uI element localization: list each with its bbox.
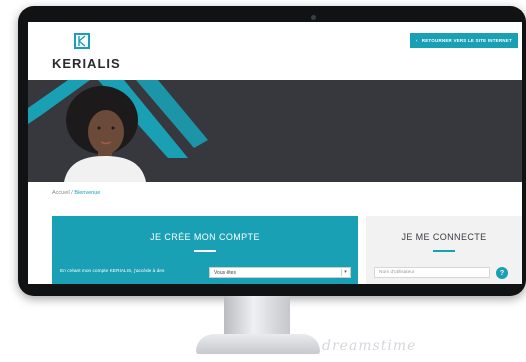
- user-type-select[interactable]: Vous êtes ▾: [209, 267, 351, 278]
- username-input[interactable]: Nom d'utilisateur: [374, 267, 490, 278]
- hero-banner: [28, 80, 522, 182]
- breadcrumb-separator: /: [71, 190, 73, 196]
- back-button-label: RETOURNER VERS LE SITE INTERNET: [421, 38, 512, 43]
- title-divider: [194, 250, 216, 252]
- breadcrumb-current: Bienvenue: [74, 190, 101, 196]
- back-to-website-button[interactable]: ‹ RETOURNER VERS LE SITE INTERNET: [410, 33, 518, 48]
- help-icon[interactable]: ?: [496, 267, 508, 279]
- chevron-down-icon[interactable]: ▾: [341, 269, 349, 276]
- breadcrumb-home-link[interactable]: Accueil: [52, 190, 70, 196]
- user-type-select-value: Vous êtes: [214, 269, 236, 276]
- monitor-stand-neck: [224, 296, 290, 336]
- monitor-stand-base: [196, 334, 320, 354]
- kerialis-logo-icon[interactable]: [74, 33, 90, 49]
- create-account-panel: JE CRÉE MON COMPTE En créant mon compte …: [52, 216, 358, 284]
- create-account-intro: En créant mon compte KERIALIS, j'accède …: [60, 269, 165, 274]
- create-account-title: JE CRÉE MON COMPTE: [150, 232, 260, 242]
- watermark: dreamstime: [322, 338, 417, 354]
- title-divider: [433, 250, 455, 252]
- chevron-left-icon: ‹: [416, 38, 418, 43]
- webcam: [311, 15, 316, 20]
- login-title: JE ME CONNECTE: [401, 232, 487, 242]
- hero-graphic: [28, 80, 208, 182]
- login-panel: JE ME CONNECTE Nom d'utilisateur ?: [366, 216, 522, 284]
- brand-logo-text[interactable]: KERIALIS: [52, 56, 121, 71]
- screen: KERIALIS ‹ RETOURNER VERS LE SITE INTERN…: [28, 22, 522, 284]
- breadcrumb: Accueil / Bienvenue: [52, 190, 100, 196]
